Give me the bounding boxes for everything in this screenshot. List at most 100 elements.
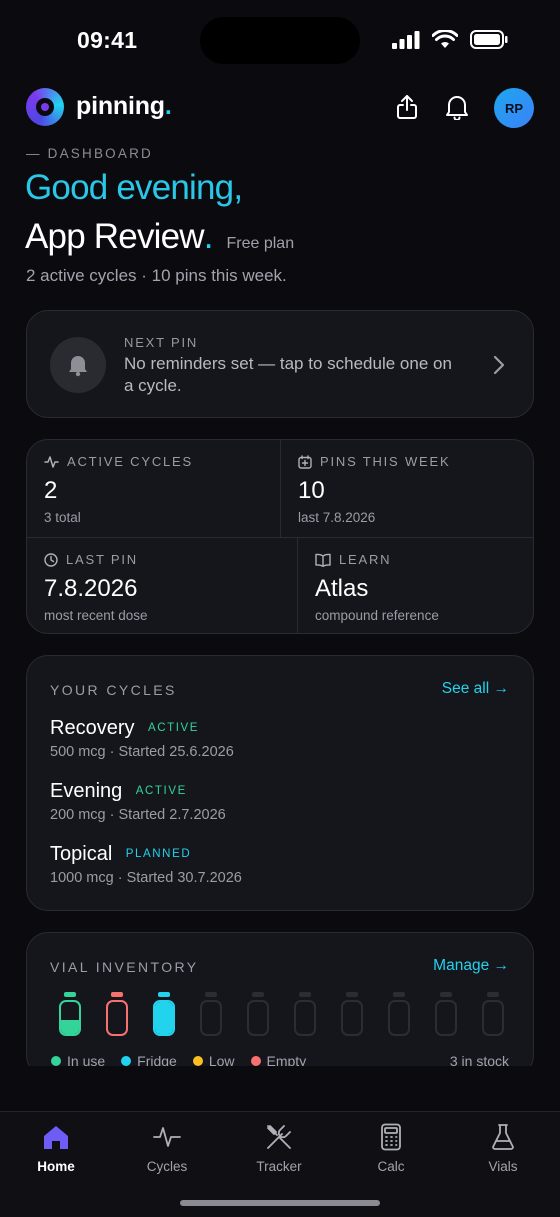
summary-text: 2 active cycles · 10 pins this week. <box>26 266 287 285</box>
tab-label: Cycles <box>146 1159 188 1174</box>
cycle-item[interactable]: Evening ACTIVE 200 mcg · Started 2.7.202… <box>50 780 226 823</box>
dynamic-island <box>200 17 360 64</box>
battery-icon <box>470 30 508 49</box>
tab-label: Vials <box>488 1159 518 1174</box>
stat-value: Atlas <box>315 575 369 602</box>
pulse-icon <box>44 455 59 468</box>
calculator-icon <box>381 1123 401 1151</box>
wifi-icon <box>432 30 458 48</box>
vials-title: VIAL INVENTORY <box>50 959 199 975</box>
vial-cap <box>299 992 311 997</box>
vial-body <box>247 1000 269 1036</box>
stat-sub: compound reference <box>315 608 439 623</box>
section-kicker: — DASHBOARD <box>26 146 153 161</box>
vial-cap <box>393 992 405 997</box>
vial-cap <box>440 992 452 997</box>
status-bar: 09:41 <box>0 0 560 80</box>
stat-last-pin[interactable]: LAST PIN 7.8.2026 most recent dose <box>27 538 297 633</box>
vial-empty[interactable] <box>106 992 128 1036</box>
vial-fill <box>61 1019 79 1034</box>
next-pin-label: NEXT PIN <box>124 335 199 350</box>
stat-label: LAST PIN <box>66 552 138 567</box>
vial-body <box>200 1000 222 1036</box>
status-icons <box>392 30 508 49</box>
tab-home[interactable]: Home <box>6 1122 106 1174</box>
next-pin-text: No reminders set — tap to schedule one o… <box>124 354 452 395</box>
signal-icon <box>392 30 420 49</box>
vial-placeholder[interactable] <box>388 992 410 1036</box>
tab-label: Calc <box>377 1159 405 1174</box>
bell-icon <box>69 356 87 377</box>
greeting-line: Good evening, <box>25 168 243 207</box>
logo-icon <box>26 88 64 126</box>
vial-cap <box>111 992 123 997</box>
vial-inventory-card: VIAL INVENTORY Manage → In use Fridge Low E… <box>26 932 534 1077</box>
user-line: App Review. Free plan <box>25 217 294 257</box>
user-name: App Review <box>25 217 205 256</box>
see-all-link[interactable]: See all → <box>442 680 509 698</box>
utensils-icon <box>267 1125 291 1149</box>
vial-body <box>341 1000 363 1036</box>
cycles-title: YOUR CYCLES <box>50 682 177 698</box>
legend-dot <box>121 1056 132 1066</box>
scroll-mask <box>0 1066 560 1111</box>
tab-label: Home <box>37 1159 75 1174</box>
pulse-icon <box>153 1127 181 1147</box>
stat-sub: 3 total <box>44 510 81 525</box>
tab-tracker[interactable]: Tracker <box>229 1122 329 1174</box>
bell-icon <box>446 96 468 120</box>
stats-grid: ACTIVE CYCLES 2 3 total PINS THIS WEEK 1… <box>26 439 534 634</box>
manage-link[interactable]: Manage → <box>433 957 509 975</box>
stat-value: 10 <box>298 477 325 504</box>
next-pin-card[interactable]: NEXT PIN No reminders set — tap to sched… <box>26 310 534 418</box>
vial-placeholder[interactable] <box>341 992 363 1036</box>
brand-name: pinning. <box>76 92 172 121</box>
vial-body <box>59 1000 81 1036</box>
cycle-item[interactable]: Recovery ACTIVE 500 mcg · Started 25.6.2… <box>50 717 234 760</box>
vial-cap <box>205 992 217 997</box>
vial-cap <box>487 992 499 997</box>
cycle-meta: 500 mcg · Started 25.6.2026 <box>50 744 234 760</box>
plan-badge: Free plan <box>226 235 295 252</box>
vial-body <box>294 1000 316 1036</box>
reminder-icon-circle <box>50 337 106 393</box>
stat-pins-this-week[interactable]: PINS THIS WEEK 10 last 7.8.2026 <box>281 440 533 537</box>
clock-icon <box>44 552 58 567</box>
vial-placeholder[interactable] <box>482 992 504 1036</box>
vial-body <box>435 1000 457 1036</box>
brand-text: pinning <box>76 92 165 120</box>
app-header: pinning. RP <box>26 86 534 130</box>
cycles-card: YOUR CYCLES See all → Recovery ACTIVE 50… <box>26 655 534 911</box>
avatar[interactable]: RP <box>494 88 534 128</box>
share-icon <box>397 95 417 119</box>
stat-sub: last 7.8.2026 <box>298 510 376 525</box>
cycle-name: Evening <box>50 780 123 802</box>
cycle-name: Recovery <box>50 717 135 739</box>
vial-fill <box>155 1002 173 1034</box>
status-badge: PLANNED <box>125 848 192 860</box>
stat-active-cycles[interactable]: ACTIVE CYCLES 2 3 total <box>27 440 280 537</box>
stat-learn[interactable]: LEARN Atlas compound reference <box>298 538 533 633</box>
vial-placeholder[interactable] <box>200 992 222 1036</box>
cycle-item[interactable]: Topical PLANNED 1000 mcg · Started 30.7.… <box>50 843 242 886</box>
vial-cap <box>252 992 264 997</box>
chevron-right-icon <box>493 355 505 375</box>
cycle-name: Topical <box>50 843 113 865</box>
status-badge: ACTIVE <box>135 785 187 797</box>
legend-dot <box>51 1056 61 1066</box>
book-icon <box>315 553 331 567</box>
vial-in-use[interactable] <box>59 992 81 1036</box>
vial-body <box>153 1000 175 1036</box>
vial-placeholder[interactable] <box>294 992 316 1036</box>
tab-calc[interactable]: Calc <box>341 1122 441 1174</box>
tab-vials[interactable]: Vials <box>453 1122 553 1174</box>
vial-cap <box>64 992 76 997</box>
notifications-button[interactable] <box>440 90 474 124</box>
share-button[interactable] <box>390 90 424 124</box>
vial-placeholder[interactable] <box>247 992 269 1036</box>
tab-cycles[interactable]: Cycles <box>117 1122 217 1174</box>
status-time: 09:41 <box>77 27 138 53</box>
calendar-plus-icon <box>298 454 312 469</box>
vial-fridge[interactable] <box>153 992 175 1036</box>
vial-placeholder[interactable] <box>435 992 457 1036</box>
